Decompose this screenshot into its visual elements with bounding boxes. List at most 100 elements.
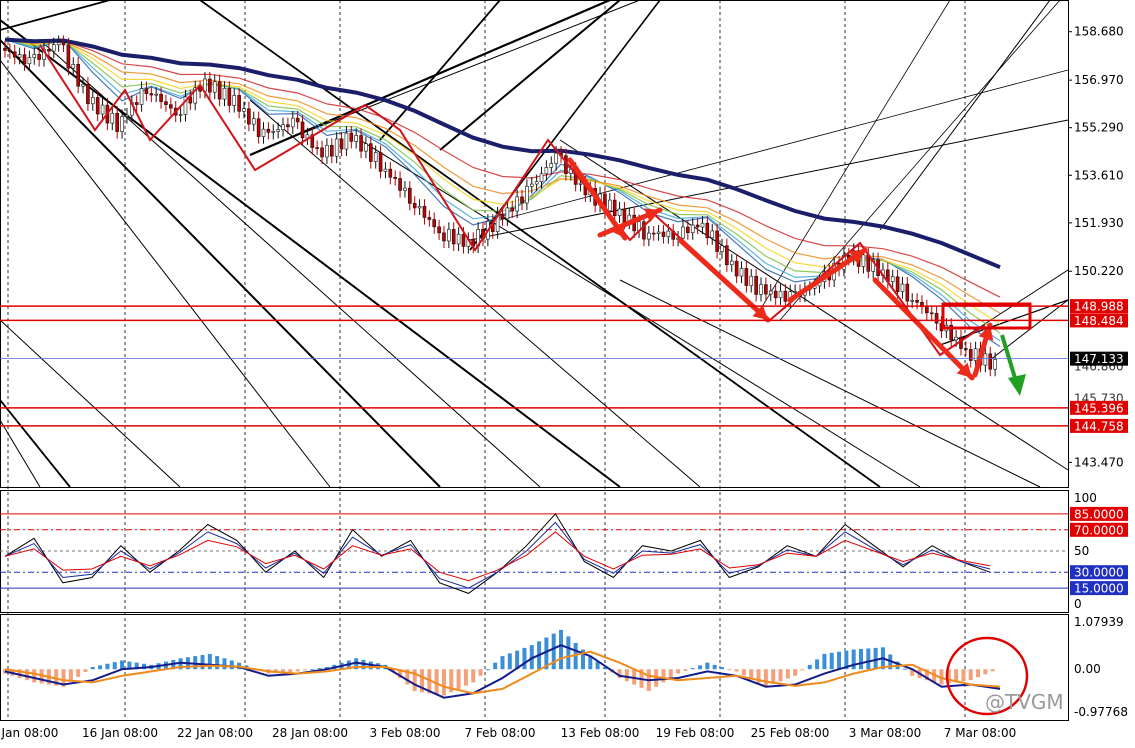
oscillator-level-label: 15.0000 — [1074, 582, 1124, 596]
candle-body — [690, 224, 695, 234]
oscillator-level-label: 85.0000 — [1074, 507, 1124, 521]
candle-body — [227, 87, 232, 106]
candle-body — [281, 124, 285, 130]
macd-histogram-bar — [683, 669, 688, 671]
macd-histogram-bar — [778, 669, 783, 682]
candle-body — [861, 254, 866, 267]
macd-histogram-bar — [712, 664, 717, 670]
candle-body — [505, 207, 510, 220]
macd-histogram-bar — [668, 669, 673, 678]
candle-body — [534, 181, 539, 185]
price-axis-label: 153.610 — [1074, 168, 1124, 182]
candle-body — [329, 145, 334, 157]
candle-body — [773, 290, 778, 299]
candle-body — [749, 275, 754, 286]
x-tick-label: 3 Feb 08:00 — [369, 726, 440, 740]
candle-body — [76, 64, 80, 87]
macd-histogram-bar — [837, 651, 842, 670]
candle-body — [681, 226, 685, 239]
candle-body — [22, 54, 27, 65]
candle-body — [290, 117, 295, 128]
macd-histogram-bar — [456, 669, 461, 689]
candle-body — [432, 219, 437, 228]
candle-body — [408, 187, 412, 204]
macd-histogram-bar — [215, 656, 220, 670]
price-axis-label: 143.470 — [1074, 455, 1124, 469]
macd-histogram-bar — [200, 655, 205, 670]
price-panel-frame — [0, 0, 1069, 488]
candle-body — [37, 54, 41, 60]
candle-body — [51, 44, 56, 52]
candle-body — [793, 291, 797, 293]
candle-body — [81, 83, 85, 87]
candle-body — [256, 118, 261, 137]
macd-histogram-bar — [624, 669, 629, 682]
macd-histogram-bar — [105, 663, 110, 670]
macd-histogram-bar — [705, 662, 710, 670]
macd-histogram-bar — [295, 669, 300, 672]
candle-body — [925, 306, 929, 314]
x-tick-label: 13 Feb 08:00 — [561, 726, 640, 740]
macd-axis-label: 0.00 — [1074, 662, 1101, 676]
x-tick-label: 28 Jan 08:00 — [272, 726, 348, 740]
price-tag-label: 147.133 — [1074, 352, 1124, 366]
oscillator-level-label: 30.0000 — [1074, 566, 1124, 580]
candle-body — [461, 233, 466, 247]
candle-body — [700, 222, 705, 228]
candle-body — [905, 283, 910, 302]
candle-body — [271, 131, 276, 133]
candle-body — [427, 217, 432, 220]
candle-body — [608, 199, 612, 212]
candle-body — [86, 83, 90, 105]
candle-body — [988, 353, 993, 370]
candle-body — [212, 81, 217, 93]
candle-body — [393, 176, 397, 179]
macd-histogram-bar — [207, 653, 212, 670]
macd-histogram-bar — [229, 660, 234, 670]
candle-body — [647, 232, 651, 240]
candle-body — [515, 196, 519, 212]
candle-body — [286, 124, 290, 128]
candle-body — [295, 117, 300, 123]
candle-body — [993, 359, 997, 370]
candle-body — [349, 132, 354, 142]
candle-body — [710, 230, 715, 239]
candle-body — [354, 135, 358, 142]
candle-body — [744, 268, 749, 286]
x-tick-label: 16 Jan 08:00 — [82, 726, 158, 740]
candle-body — [325, 145, 329, 158]
macd-histogram-bar — [858, 648, 863, 670]
candle-body — [125, 114, 129, 117]
candle-body — [3, 47, 7, 51]
candle-body — [300, 121, 305, 139]
candle-body — [520, 196, 524, 204]
candle-body — [134, 102, 139, 105]
macd-histogram-bar — [112, 662, 117, 670]
candle-body — [417, 206, 422, 209]
macd-histogram-bar — [302, 669, 307, 671]
oscillator-level-label: 70.0000 — [1074, 523, 1124, 537]
price-tag-label: 148.484 — [1074, 314, 1124, 328]
macd-histogram-bar — [873, 647, 878, 670]
candle-body — [651, 232, 656, 235]
candle-body — [525, 185, 529, 204]
macd-histogram-bar — [807, 664, 812, 670]
candle-body — [261, 128, 266, 137]
candle-body — [100, 104, 105, 115]
macd-histogram-bar — [983, 669, 988, 675]
macd-histogram-bar — [478, 669, 483, 676]
candle-body — [208, 78, 212, 93]
candle-body — [359, 135, 363, 152]
candle-body — [622, 208, 627, 223]
oscillator-axis-label: 0 — [1074, 597, 1082, 611]
price-tag-label: 148.988 — [1074, 300, 1124, 314]
candle-body — [110, 112, 115, 124]
candle-body — [720, 245, 724, 252]
candle-body — [251, 118, 256, 125]
candle-body — [169, 104, 173, 109]
price-axis-label: 150.220 — [1074, 264, 1124, 278]
watermark-label: @TVGM — [985, 690, 1064, 714]
candle-body — [554, 152, 558, 164]
candle-body — [900, 283, 905, 292]
candle-body — [954, 336, 958, 341]
